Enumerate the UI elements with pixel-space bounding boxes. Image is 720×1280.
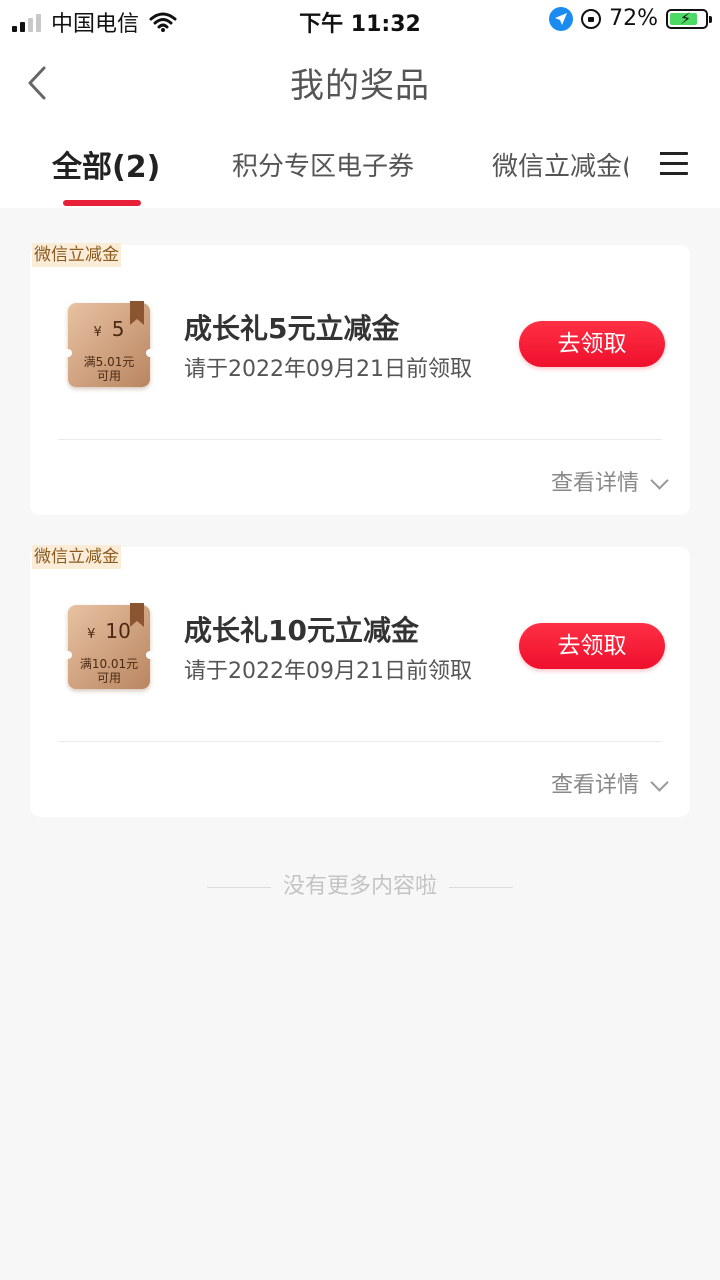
tab-points-coupons[interactable]: 积分专区电子券: [232, 146, 414, 183]
prize-deadline: 请于2022年09月21日前领取: [184, 357, 472, 382]
prize-type-tag: 微信立减金: [32, 243, 121, 267]
coupon-amount: 5: [111, 317, 125, 341]
location-icon: [549, 6, 574, 31]
menu-icon-line: [660, 162, 688, 165]
divider-line: [206, 886, 271, 888]
coupon-condition-usable: 可用: [96, 671, 121, 685]
end-of-list: 没有更多内容啦: [0, 868, 720, 900]
prize-card: 微信立减金 ¥5 满5.01元 可用 成长礼5元立减金 请于2022年09月21日…: [30, 243, 690, 515]
battery-icon: ⚡: [666, 8, 712, 29]
claim-button[interactable]: 去领取: [519, 321, 665, 367]
menu-icon-line: [660, 172, 688, 175]
card-divider: [58, 439, 662, 440]
status-right: 72% ⚡: [549, 6, 712, 31]
coupon-currency: ¥: [87, 627, 96, 642]
view-details-label: 查看详情: [550, 773, 639, 798]
nav-bar: 我的奖品: [0, 40, 720, 126]
page-title: 我的奖品: [290, 66, 430, 106]
coupon-condition: 满10.01元: [79, 657, 139, 671]
chevron-down-icon: [650, 470, 669, 490]
tab-all[interactable]: 全部(2): [52, 142, 160, 186]
tab-wechat-discount[interactable]: 微信立减金(2): [492, 146, 628, 183]
claim-button[interactable]: 去领取: [519, 623, 665, 669]
divider-line: [449, 886, 513, 888]
tab-bar: 全部(2) 积分专区电子券 微信立减金(2): [0, 126, 720, 208]
view-details-button[interactable]: 查看详情: [550, 465, 669, 497]
coupon-icon: ¥5 满5.01元 可用: [64, 301, 154, 387]
orientation-lock-icon: [581, 8, 602, 29]
menu-icon: [660, 152, 688, 155]
battery-percent: 72%: [609, 6, 658, 31]
card-divider: [58, 741, 662, 742]
prize-deadline: 请于2022年09月21日前领取: [184, 659, 472, 684]
tab-menu-button[interactable]: [660, 152, 688, 178]
status-bar: 中国电信 下午 11:32 72% ⚡: [0, 0, 720, 40]
chevron-down-icon: [650, 772, 669, 792]
coupon-condition: 满5.01元: [83, 355, 135, 369]
coupon-amount: 10: [105, 619, 131, 643]
view-details-label: 查看详情: [550, 471, 639, 496]
end-of-list-text: 没有更多内容啦: [282, 874, 437, 899]
prize-card: 微信立减金 ¥10 满10.01元 可用 成长礼10元立减金 请于2022年09月…: [30, 545, 690, 817]
coupon-condition-usable: 可用: [96, 369, 121, 383]
prize-title: 成长礼10元立减金: [184, 614, 419, 647]
prize-type-tag: 微信立减金: [32, 545, 121, 569]
view-details-button[interactable]: 查看详情: [550, 767, 669, 799]
coupon-icon: ¥10 满10.01元 可用: [64, 603, 154, 689]
active-tab-indicator: [63, 200, 141, 206]
coupon-currency: ¥: [93, 325, 102, 340]
prize-title: 成长礼5元立减金: [184, 312, 400, 345]
